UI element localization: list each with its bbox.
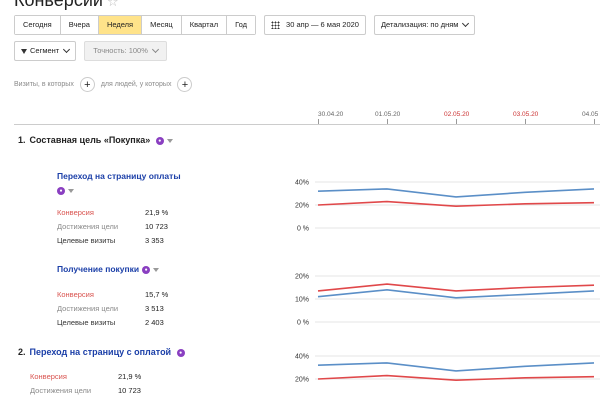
header-divider [14, 124, 600, 125]
metric-value: 10 723 [118, 386, 141, 395]
metric-label[interactable]: Достижения цели [30, 386, 91, 395]
composite-goal-icon: ● [155, 136, 164, 145]
y-tick-label: 20% [295, 274, 309, 281]
period-yesterday-button[interactable]: Вчера [60, 16, 99, 34]
goal-1-title[interactable]: 1. Составная цель «Покупка» ● [18, 135, 173, 145]
period-year-button[interactable]: Год [227, 16, 256, 34]
detail-dropdown[interactable]: Детализация: по дням [373, 15, 476, 35]
metric-value: 15,7 % [145, 290, 169, 299]
metric-label[interactable]: Достижения цели [57, 222, 118, 231]
goal-type-icon: ● [176, 348, 185, 357]
metric-value: 21,9 % [118, 372, 142, 381]
y-tick-label: 0 % [297, 226, 309, 233]
metric-value: 21,9 % [145, 208, 169, 217]
y-tick-label: 40% [295, 354, 309, 361]
metric-value: 3 353 [145, 236, 164, 245]
metric-value: 10 723 [145, 222, 168, 231]
goal-number: 2. [18, 347, 26, 357]
goal-2-title[interactable]: 2. Переход на страницу с оплатой ● [18, 347, 185, 357]
page-title: Конверсии ☆ [14, 0, 119, 11]
period-quarter-button[interactable]: Квартал [181, 16, 228, 34]
detail-label: Детализация: по дням [380, 20, 459, 29]
filters-bar: Сегмент Точность: 100% [14, 41, 167, 61]
step-1-icons: ● [57, 182, 74, 200]
y-tick-label: 10% [295, 297, 309, 304]
date-range-button[interactable]: 30 апр — 6 мая 2020 [264, 15, 366, 35]
metric-label[interactable]: Целевые визиты [57, 318, 115, 327]
step-1-title[interactable]: Переход на страницу оплаты [57, 171, 181, 181]
axis-date-label: 30.04.20 [318, 111, 344, 118]
step-title-text: Переход на страницу оплаты [57, 171, 181, 181]
segment-conditions: Визиты, в которых + для людей, у которых… [14, 77, 198, 92]
metric-label[interactable]: Достижения цели [57, 304, 118, 313]
chevron-down-icon [151, 45, 159, 54]
add-visits-condition-button[interactable]: + [79, 77, 95, 92]
y-tick-label: 0 % [297, 320, 309, 327]
calendar-icon [271, 21, 281, 29]
metric-value: 2 403 [145, 318, 164, 327]
favorite-star-icon[interactable]: ☆ [107, 0, 119, 9]
axis-date-label: 02.05.20 [444, 111, 470, 118]
metric-label[interactable]: Конверсия [57, 290, 94, 299]
axis-date-label: 01.05.20 [375, 111, 401, 118]
chevron-down-icon [63, 45, 71, 54]
goal-2-chart: 40% 20% [295, 354, 600, 384]
y-tick-label: 20% [295, 377, 309, 384]
y-tick-label: 40% [295, 180, 309, 187]
filter-icon [21, 48, 27, 54]
goal-title-text: Составная цель «Покупка» [29, 135, 151, 145]
date-range-label: 30 апр — 6 мая 2020 [286, 20, 359, 29]
funnel-icon[interactable] [68, 188, 74, 193]
toolbar: Сегодня Вчера Неделя Месяц Квартал Год 3… [14, 15, 476, 35]
step-2-title[interactable]: Получение покупки ● [57, 264, 160, 274]
goal-number: 1. [18, 135, 26, 145]
people-condition-label: для людей, у которых [100, 81, 172, 88]
metric-label[interactable]: Конверсия [57, 208, 94, 217]
goal-type-icon: ● [57, 186, 65, 195]
axis-date-label: 03.05.20 [513, 111, 539, 118]
y-tick-label: 20% [295, 203, 309, 210]
funnel-icon[interactable] [153, 267, 160, 272]
accuracy-dropdown[interactable]: Точность: 100% [84, 41, 167, 61]
accuracy-label: Точность: 100% [93, 46, 148, 55]
step-title-text: Получение покупки [57, 264, 140, 274]
chevron-down-icon [462, 19, 470, 28]
goal-1-step-1-chart: 40% 20% 0 % [295, 180, 600, 233]
goal-title-text: Переход на страницу с оплатой [29, 347, 172, 357]
metric-label[interactable]: Целевые визиты [57, 236, 115, 245]
axis-date-label: 04.05 [582, 111, 599, 118]
period-today-button[interactable]: Сегодня [15, 16, 61, 34]
series-line-0[interactable] [317, 283, 595, 292]
metric-label[interactable]: Конверсия [30, 372, 67, 381]
period-month-button[interactable]: Месяц [142, 16, 182, 34]
goal-1-step-2-chart: 20% 10% 0 % [295, 274, 600, 327]
segment-label: Сегмент [30, 46, 60, 55]
visits-condition-label: Визиты, в которых [14, 81, 74, 88]
add-people-condition-button[interactable]: + [177, 77, 193, 92]
period-selector: Сегодня Вчера Неделя Месяц Квартал Год [14, 15, 257, 35]
period-week-button[interactable]: Неделя [98, 16, 143, 34]
segment-button[interactable]: Сегмент [14, 41, 77, 61]
metric-value: 3 513 [145, 304, 164, 313]
series-line-0[interactable] [317, 188, 595, 198]
goal-type-icon: ● [142, 265, 151, 274]
series-line-0[interactable] [317, 362, 595, 372]
funnel-icon[interactable] [166, 138, 173, 143]
